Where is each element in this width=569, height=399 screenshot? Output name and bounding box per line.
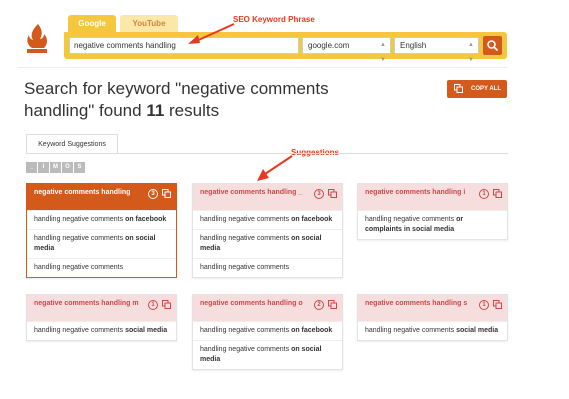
suggestion-card-header[interactable]: negative comments handling i 1 — [358, 184, 507, 210]
search-icon — [487, 40, 498, 51]
suggestion-card-title: negative comments handling m — [34, 300, 139, 307]
suggestion-item[interactable]: handling negative comments — [27, 258, 176, 277]
search-engine-tabs: Google YouTube — [68, 15, 182, 33]
suggestion-card-header[interactable]: negative comments handling m 1 — [27, 295, 176, 321]
copy-icon[interactable] — [328, 300, 337, 309]
suggestion-count-badge: 3 — [314, 189, 324, 199]
suggestion-card: negative comments handling i 1 handling ne… — [357, 183, 508, 240]
suggestion-item-highlight: social media — [125, 327, 168, 334]
suggestion-item[interactable]: handling negative comments or complaints… — [358, 210, 507, 239]
suggestion-item[interactable]: handling negative comments on social med… — [27, 229, 176, 258]
copy-icon — [454, 84, 463, 93]
suggestion-item-highlight: on facebook — [291, 216, 333, 223]
search-bar: negative comments handling google.com ▲ ▼… — [64, 32, 507, 63]
suggestion-card-title: negative comments handling i — [365, 189, 466, 196]
header-divider — [18, 67, 508, 68]
tab-google[interactable]: Google — [68, 15, 116, 33]
suggestion-card: negative comments handling 3 handling nega… — [26, 183, 177, 278]
suggestion-item-text: handling negative comments — [34, 327, 126, 334]
suggestion-item-highlight: on facebook — [125, 216, 167, 223]
letter-filter-item[interactable]: _ — [26, 162, 37, 173]
suggestion-item[interactable]: handling negative comments social media — [27, 321, 176, 340]
language-select-value: English — [400, 41, 427, 50]
letter-filter-item[interactable]: M — [50, 162, 61, 173]
tab-keyword-suggestions[interactable]: Keyword Suggestions — [26, 134, 118, 154]
suggestion-card-header[interactable]: negative comments handling o 2 — [193, 295, 342, 321]
annotation-arrow-icon — [257, 155, 293, 181]
suggestion-item-text: handling negative comments — [200, 235, 292, 242]
suggestion-card-header[interactable]: negative comments handling _ 3 — [193, 184, 342, 210]
copy-all-button[interactable]: COPY ALL — [447, 80, 507, 98]
letter-filter: _ I M O S — [26, 162, 86, 173]
suggestion-count-badge: 3 — [148, 189, 158, 199]
suggestion-item-highlight: social media — [456, 327, 499, 334]
tab-youtube[interactable]: YouTube — [120, 15, 178, 33]
copy-icon[interactable] — [162, 189, 171, 198]
results-heading-suffix: results — [164, 101, 220, 120]
suggestion-card: negative comments handling _ 3 handling ne… — [192, 183, 343, 278]
suggestion-card-title: negative comments handling o — [200, 300, 303, 307]
letter-filter-item[interactable]: S — [74, 162, 85, 173]
suggestion-item[interactable]: handling negative comments on social med… — [193, 229, 342, 258]
language-select[interactable]: English ▲ ▼ — [394, 37, 479, 63]
domain-select[interactable]: google.com ▲ ▼ — [302, 37, 391, 63]
logo-flame-icon — [27, 24, 47, 53]
suggestion-item[interactable]: handling negative comments on facebook — [27, 210, 176, 229]
select-caret-icon: ▲ ▼ — [468, 42, 474, 63]
search-button[interactable] — [483, 36, 502, 55]
copy-icon[interactable] — [328, 189, 337, 198]
letter-filter-item[interactable]: I — [38, 162, 49, 173]
suggestion-item[interactable]: handling negative comments — [193, 258, 342, 277]
suggestion-item-text: handling negative comments — [200, 264, 290, 271]
suggestion-item[interactable]: handling negative comments on social med… — [193, 340, 342, 369]
copy-icon[interactable] — [162, 300, 171, 309]
copy-icon[interactable] — [493, 189, 502, 198]
results-heading: Search for keyword "negative comments ha… — [24, 78, 344, 122]
suggestion-count-badge: 1 — [479, 189, 489, 199]
annotation-arrow-icon — [188, 23, 235, 44]
suggestion-card: negative comments handling m 1 handling ne… — [26, 294, 177, 341]
suggestion-item[interactable]: handling negative comments on facebook — [193, 210, 342, 229]
suggestion-card-title: negative comments handling s — [365, 300, 468, 307]
copy-icon[interactable] — [493, 300, 502, 309]
suggestion-count-badge: 2 — [314, 300, 324, 310]
suggestion-item-text: handling negative comments — [200, 327, 292, 334]
suggestion-item[interactable]: handling negative comments on facebook — [193, 321, 342, 340]
suggestion-item-text: handling negative comments — [34, 264, 124, 271]
suggestion-card: negative comments handling s 1 handling ne… — [357, 294, 508, 341]
suggestion-card-title: negative comments handling — [34, 189, 131, 196]
results-count: 11 — [146, 101, 165, 120]
suggestion-count-badge: 1 — [479, 300, 489, 310]
annotation-seo-keyword-phrase: SEO Keyword Phrase — [233, 15, 315, 24]
suggestion-card-title: negative comments handling _ — [200, 189, 303, 196]
copy-all-label: COPY ALL — [470, 86, 501, 92]
suggestion-item-text: handling negative comments — [34, 235, 126, 242]
suggestion-item-text: handling negative comments — [365, 216, 457, 223]
suggestion-item-text: handling negative comments — [34, 216, 126, 223]
suggestion-card-header[interactable]: negative comments handling 3 — [27, 184, 176, 210]
domain-select-value: google.com — [308, 41, 350, 50]
suggestion-item-text: handling negative comments — [200, 346, 292, 353]
suggestion-item[interactable]: handling negative comments social media — [358, 321, 507, 340]
keyword-search-input[interactable]: negative comments handling — [69, 37, 299, 54]
suggestion-card-header[interactable]: negative comments handling s 1 — [358, 295, 507, 321]
suggestion-item-text: handling negative comments — [200, 216, 292, 223]
select-caret-icon: ▲ ▼ — [380, 42, 386, 63]
suggestion-count-badge: 1 — [148, 300, 158, 310]
suggestion-card: negative comments handling o 2 handling ne… — [192, 294, 343, 370]
letter-filter-item[interactable]: O — [62, 162, 73, 173]
suggestion-item-text: handling negative comments — [365, 327, 457, 334]
tab-underline — [26, 153, 508, 154]
suggestion-item-highlight: on facebook — [291, 327, 333, 334]
